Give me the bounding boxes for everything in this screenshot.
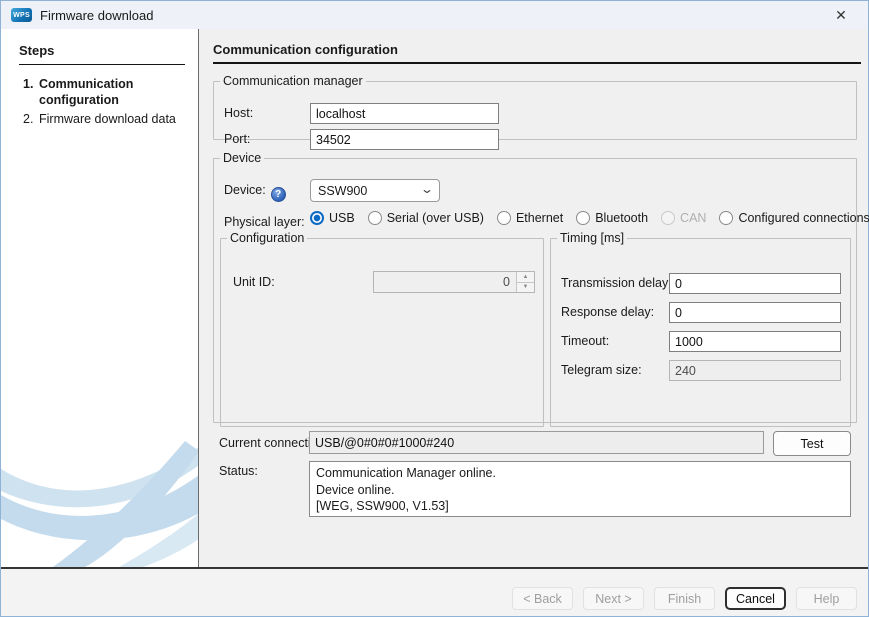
timeout-input[interactable]: 1000 xyxy=(669,331,841,352)
spin-up-icon: ▲ xyxy=(517,272,534,283)
unit-id-label: Unit ID: xyxy=(233,275,275,289)
configuration-legend: Configuration xyxy=(227,231,307,245)
timeout-label: Timeout: xyxy=(561,334,609,348)
status-line: [WEG, SSW900, V1.53] xyxy=(316,498,844,515)
window-title: Firmware download xyxy=(40,8,153,23)
spin-buttons: ▲ ▼ xyxy=(516,272,534,292)
cancel-button[interactable]: Cancel xyxy=(725,587,786,610)
transmission-delay-input[interactable]: 0 xyxy=(669,273,841,294)
radio-configured-connections[interactable]: Configured connections xyxy=(719,211,869,225)
device-label: Device:? xyxy=(224,183,286,202)
radio-unselected-icon xyxy=(576,211,590,225)
steps-sidebar: Steps 1. Communication configuration 2. … xyxy=(1,29,199,567)
unit-id-value: 0 xyxy=(374,272,516,292)
title-bar: WPS Firmware download ✕ xyxy=(1,1,868,29)
steps-heading: Steps xyxy=(19,43,185,65)
firmware-download-dialog: WPS Firmware download ✕ Steps 1. Communi… xyxy=(0,0,869,617)
configuration-group: Configuration Unit ID: 0 ▲ ▼ xyxy=(220,231,544,427)
transmission-delay-label: Transmission delay: xyxy=(561,276,672,290)
timing-group: Timing [ms] Transmission delay: 0 Respon… xyxy=(550,231,851,427)
radio-disabled-icon xyxy=(661,211,675,225)
next-button: Next > xyxy=(583,587,644,610)
radio-label: Configured connections xyxy=(738,211,869,225)
telegram-size-field: 240 xyxy=(669,360,841,381)
radio-usb[interactable]: USB xyxy=(310,211,355,225)
page-title: Communication configuration xyxy=(213,42,861,64)
radio-can: CAN xyxy=(661,211,706,225)
physical-layer-options: USB Serial (over USB) Ethernet Bluetooth… xyxy=(310,211,869,225)
host-input[interactable]: localhost xyxy=(310,103,499,124)
device-select-value: SSW900 xyxy=(318,184,367,198)
step-label: Firmware download data xyxy=(39,112,179,128)
help-button: Help xyxy=(796,587,857,610)
radio-label: Bluetooth xyxy=(595,211,648,225)
finish-button: Finish xyxy=(654,587,715,610)
back-button: < Back xyxy=(512,587,573,610)
step-label: Communication configuration xyxy=(39,77,179,108)
status-label: Status: xyxy=(219,464,258,478)
radio-unselected-icon xyxy=(368,211,382,225)
response-delay-input[interactable]: 0 xyxy=(669,302,841,323)
status-line: Communication Manager online. xyxy=(316,465,844,482)
port-input[interactable]: 34502 xyxy=(310,129,499,150)
radio-label: CAN xyxy=(680,211,706,225)
radio-label: Serial (over USB) xyxy=(387,211,484,225)
device-group: Device Device:? SSW900 ⌄ Physical layer:… xyxy=(213,151,857,423)
telegram-size-label: Telegram size: xyxy=(561,363,642,377)
communication-manager-legend: Communication manager xyxy=(220,74,366,88)
physical-layer-label: Physical layer: xyxy=(224,215,305,229)
radio-label: Ethernet xyxy=(516,211,563,225)
device-label-text: Device: xyxy=(224,183,266,197)
radio-unselected-icon xyxy=(497,211,511,225)
radio-bluetooth[interactable]: Bluetooth xyxy=(576,211,648,225)
wps-app-icon: WPS xyxy=(11,8,32,22)
radio-label: USB xyxy=(329,211,355,225)
spin-down-icon: ▼ xyxy=(517,283,534,293)
radio-ethernet[interactable]: Ethernet xyxy=(497,211,563,225)
status-textarea[interactable]: Communication Manager online. Device onl… xyxy=(309,461,851,517)
port-label: Port: xyxy=(224,132,250,146)
help-icon[interactable]: ? xyxy=(271,187,286,202)
radio-selected-icon xyxy=(310,211,324,225)
radio-unselected-icon xyxy=(719,211,733,225)
status-line: Device online. xyxy=(316,482,844,499)
chevron-down-icon: ⌄ xyxy=(420,182,434,196)
communication-manager-group: Communication manager Host: localhost Po… xyxy=(213,74,857,140)
device-legend: Device xyxy=(220,151,264,165)
response-delay-label: Response delay: xyxy=(561,305,654,319)
timing-legend: Timing [ms] xyxy=(557,231,627,245)
step-item-communication-configuration: 1. Communication configuration xyxy=(1,77,198,108)
close-icon[interactable]: ✕ xyxy=(826,1,856,29)
wizard-button-bar: < Back Next > Finish Cancel Help xyxy=(1,567,868,616)
host-label: Host: xyxy=(224,106,253,120)
device-select[interactable]: SSW900 ⌄ xyxy=(310,179,440,202)
radio-serial-over-usb[interactable]: Serial (over USB) xyxy=(368,211,484,225)
step-number: 1. xyxy=(23,77,39,108)
unit-id-stepper: 0 ▲ ▼ xyxy=(373,271,535,293)
step-item-firmware-download-data: 2. Firmware download data xyxy=(1,112,198,128)
step-number: 2. xyxy=(23,112,39,128)
communication-configuration-panel: Communication configuration Communicatio… xyxy=(200,29,868,567)
weg-swoosh-decoration xyxy=(1,417,199,567)
steps-list: 1. Communication configuration 2. Firmwa… xyxy=(1,77,198,128)
current-connection-field: USB/@0#0#0#1000#240 xyxy=(309,431,764,454)
test-button[interactable]: Test xyxy=(773,431,851,456)
